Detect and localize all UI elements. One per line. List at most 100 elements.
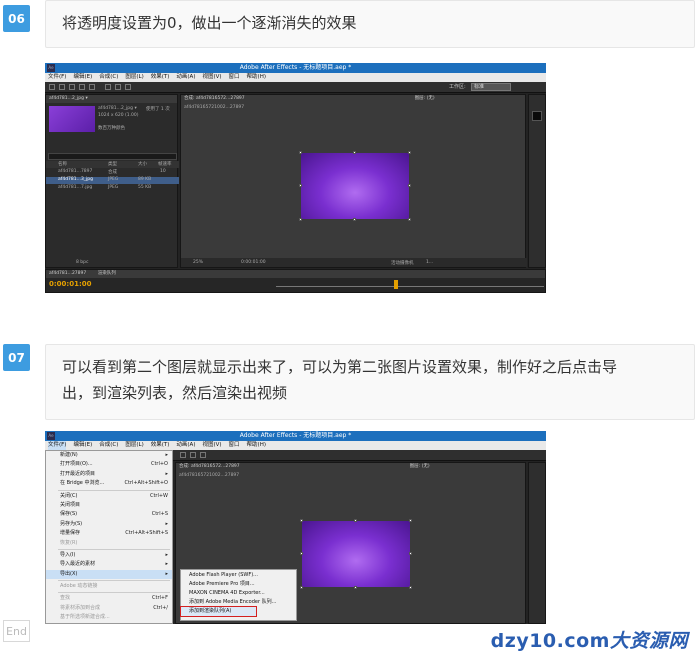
transform-handle[interactable] [300, 586, 303, 589]
ae-logo-icon: Ae [47, 432, 55, 440]
menu-item-browse-bridge[interactable]: 在 Bridge 中浏览... Ctrl+Alt+Shift+O [46, 479, 172, 488]
transform-handle[interactable] [409, 519, 412, 522]
menu-animation[interactable]: 动画(A) [176, 441, 195, 450]
menu-item-import-recent[interactable]: 导入最近的素材 ▸ [46, 560, 172, 569]
selection-tool-icon[interactable] [49, 84, 55, 90]
menu-composition[interactable]: 合成(C) [99, 73, 118, 82]
row-name: af4d781...3_jpg [58, 177, 94, 182]
camera-view-select[interactable]: 活动摄像机 [391, 260, 414, 266]
ae-screenshot-1: Ae Adobe After Effects - 无标题项目.aep * 文件(… [45, 63, 546, 293]
menu-window[interactable]: 窗口 [229, 73, 240, 82]
timeline-tab[interactable]: af4d781...27897 [49, 271, 86, 276]
menu-item-save-as[interactable]: 另存为(S) ▸ [46, 520, 172, 529]
row-type: JPEG [108, 177, 119, 182]
transform-handle[interactable] [300, 552, 303, 555]
zoom-tool-icon[interactable] [200, 452, 206, 458]
menu-item-export[interactable]: 导出(X) ▸ [46, 569, 172, 580]
menu-item-import[interactable]: 导入(I) ▸ [46, 551, 172, 560]
menu-animation[interactable]: 动画(A) [176, 73, 195, 82]
ae-toolbar: 工作区: 标准 [45, 82, 546, 93]
table-row[interactable]: af4d781...7897 合成 10 [46, 169, 179, 176]
menu-item-close[interactable]: 关闭(C) Ctrl+W [46, 492, 172, 501]
comp-breadcrumb[interactable]: af4d78165721002...27897 [184, 105, 244, 110]
text-tool-icon[interactable] [115, 84, 121, 90]
brush-tool-icon[interactable] [125, 84, 131, 90]
composition-tab[interactable]: 合成: af4d7816572...27897 图层: (无) [176, 463, 525, 471]
menu-effect[interactable]: 效果(T) [151, 73, 170, 82]
transform-handle[interactable] [299, 184, 302, 187]
camera-tool-icon[interactable] [89, 84, 95, 90]
pen-tool-icon[interactable] [105, 84, 111, 90]
menu-file[interactable]: 文件(F) [48, 73, 66, 82]
submenu-item-media-encoder[interactable]: 添加到 Adobe Media Encoder 队列... [181, 598, 296, 607]
col-fps[interactable]: 帧速率 [158, 161, 172, 167]
col-name[interactable]: 名称 [58, 161, 67, 167]
table-row[interactable]: af4d781...7.jpg JPEG 55 KB [46, 185, 179, 192]
transform-handle[interactable] [408, 218, 411, 221]
project-panel-tab[interactable]: af4d781...2_jpg ▾ [46, 95, 177, 103]
menu-view[interactable]: 视图(V) [202, 441, 221, 450]
submenu-item-premiere[interactable]: Adobe Premiere Pro 项目... [181, 580, 296, 589]
menu-item-new[interactable]: 新建(N) ▸ [46, 451, 172, 460]
selection-tool-icon[interactable] [180, 452, 186, 458]
menu-help[interactable]: 帮助(H) [247, 73, 266, 82]
watermark-brand: 大资源网 [609, 630, 688, 652]
menu-help[interactable]: 帮助(H) [247, 441, 266, 450]
submenu-item-cinema4d[interactable]: MAXON CINEMA 4D Exporter... [181, 589, 296, 598]
menu-file[interactable]: 文件(F) [48, 441, 67, 450]
menu-layer[interactable]: 图层(L) [125, 73, 143, 82]
project-thumbnail [49, 106, 95, 132]
project-search-input[interactable] [48, 153, 177, 160]
menu-composition[interactable]: 合成(C) [99, 441, 118, 450]
timeline-timecode[interactable]: 0:00:01:00 [49, 280, 92, 288]
menu-edit[interactable]: 编辑(E) [73, 441, 92, 450]
transform-handle[interactable] [299, 218, 302, 221]
table-row[interactable]: af4d781...3_jpg JPEG 89 KB [46, 177, 179, 184]
menu-effect[interactable]: 效果(T) [151, 441, 170, 450]
zoom-select[interactable]: 25% [193, 260, 203, 265]
transform-handle[interactable] [408, 151, 411, 154]
timecode-view[interactable]: 0:00:01:00 [241, 260, 266, 265]
menu-item-save[interactable]: 保存(S) Ctrl+S [46, 510, 172, 519]
rotate-tool-icon[interactable] [79, 84, 85, 90]
transform-handle[interactable] [409, 586, 412, 589]
menu-item-open-recent[interactable]: 打开最近的项目 ▸ [46, 470, 172, 479]
menu-item-incremental-save[interactable]: 增量保存 Ctrl+Alt+Shift+S [46, 529, 172, 538]
menu-window[interactable]: 窗口 [229, 441, 240, 450]
menu-view[interactable]: 视图(V) [202, 73, 221, 82]
zoom-tool-icon[interactable] [69, 84, 75, 90]
menu-edit[interactable]: 编辑(E) [73, 73, 92, 82]
menu-item-close-project[interactable]: 关闭项目 [46, 501, 172, 510]
transform-handle[interactable] [409, 552, 412, 555]
hand-tool-icon[interactable] [190, 452, 196, 458]
menu-item-open-project[interactable]: 打开项目(O)... Ctrl+O [46, 460, 172, 469]
watermark-domain: dzy10.com [490, 630, 610, 652]
transform-handle[interactable] [353, 218, 356, 221]
layer-label: 图层: (无) [414, 96, 435, 101]
project-tab-label: af4d781...2_jpg ▾ [49, 96, 88, 101]
render-queue-tab[interactable]: 渲染队列 [98, 271, 116, 276]
transform-handle[interactable] [299, 151, 302, 154]
composition-tab[interactable]: 合成: af4d7816572...27897 图层: (无) [181, 95, 525, 103]
transform-handle[interactable] [300, 519, 303, 522]
menu-layer[interactable]: 图层(L) [125, 441, 143, 450]
project-panel: af4d781...2_jpg ▾ af4d781...2_jpg ▾ 使用了 … [45, 94, 179, 268]
col-size[interactable]: 大小 [138, 161, 147, 167]
transform-handle[interactable] [354, 586, 357, 589]
menu-separator [58, 548, 170, 550]
submenu-item-render-queue[interactable]: 添加到渲染队列(A) [180, 606, 257, 617]
bpc-label[interactable]: 8 bpc [76, 260, 88, 265]
workspace-select[interactable]: 标准 [471, 83, 511, 91]
project-column-headers: 名称 类型 大小 帧速率 [46, 161, 179, 168]
submenu-item-flash[interactable]: Adobe Flash Player (SWF)... [181, 571, 296, 580]
hand-tool-icon[interactable] [59, 84, 65, 90]
timeline-ruler[interactable] [276, 281, 544, 287]
transform-handle[interactable] [408, 184, 411, 187]
transform-handle[interactable] [354, 519, 357, 522]
view-count-select[interactable]: 1... [426, 260, 433, 265]
playhead-marker[interactable] [394, 280, 398, 289]
col-type[interactable]: 类型 [108, 161, 117, 167]
comp-breadcrumb[interactable]: af4d78165721002...27897 [179, 473, 239, 478]
transform-handle[interactable] [353, 151, 356, 154]
comp-footer-bar: 25% 0:00:01:00 活动摄像机 1... [181, 258, 527, 267]
